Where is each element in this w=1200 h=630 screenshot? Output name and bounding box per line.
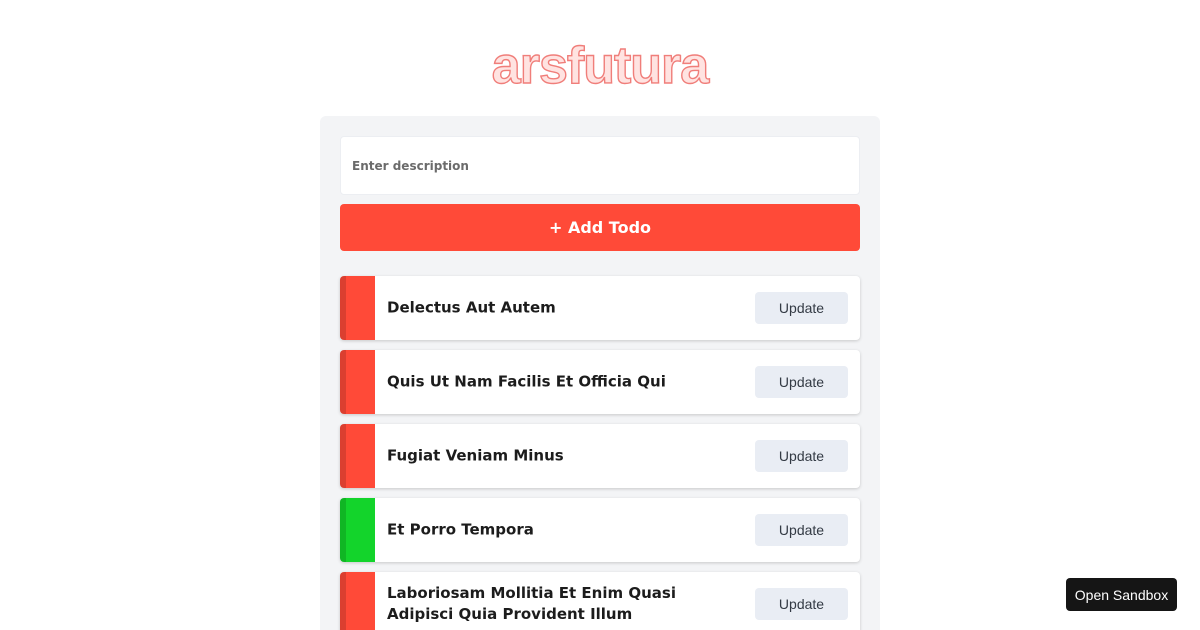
todo-title: Laboriosam Mollitia Et Enim Quasi Adipis… (387, 584, 676, 623)
status-indicator (340, 350, 375, 414)
todo-list: Delectus Aut Autem Update Quis Ut Nam Fa… (340, 276, 860, 630)
todo-item: Fugiat Veniam Minus Update (340, 424, 860, 488)
app-logo: arsfutura (491, 36, 710, 95)
todo-title: Delectus Aut Autem (387, 298, 556, 317)
todo-title: Et Porro Tempora (387, 520, 534, 539)
todo-item: Quis Ut Nam Facilis Et Officia Qui Updat… (340, 350, 860, 414)
description-input[interactable] (340, 136, 860, 195)
todo-panel: + Add Todo Delectus Aut Autem Update Qui… (320, 116, 880, 630)
todo-title: Quis Ut Nam Facilis Et Officia Qui (387, 372, 666, 391)
status-indicator (340, 424, 375, 488)
update-button[interactable]: Update (755, 292, 848, 324)
open-sandbox-button[interactable]: Open Sandbox (1066, 578, 1177, 611)
update-button[interactable]: Update (755, 366, 848, 398)
todo-item: Delectus Aut Autem Update (340, 276, 860, 340)
status-indicator (340, 572, 375, 630)
status-indicator (340, 276, 375, 340)
add-todo-button[interactable]: + Add Todo (340, 204, 860, 251)
update-button[interactable]: Update (755, 440, 848, 472)
todo-item: Et Porro Tempora Update (340, 498, 860, 562)
status-indicator (340, 498, 375, 562)
update-button[interactable]: Update (755, 588, 848, 620)
update-button[interactable]: Update (755, 514, 848, 546)
todo-title: Fugiat Veniam Minus (387, 446, 564, 465)
todo-item: Laboriosam Mollitia Et Enim Quasi Adipis… (340, 572, 860, 630)
